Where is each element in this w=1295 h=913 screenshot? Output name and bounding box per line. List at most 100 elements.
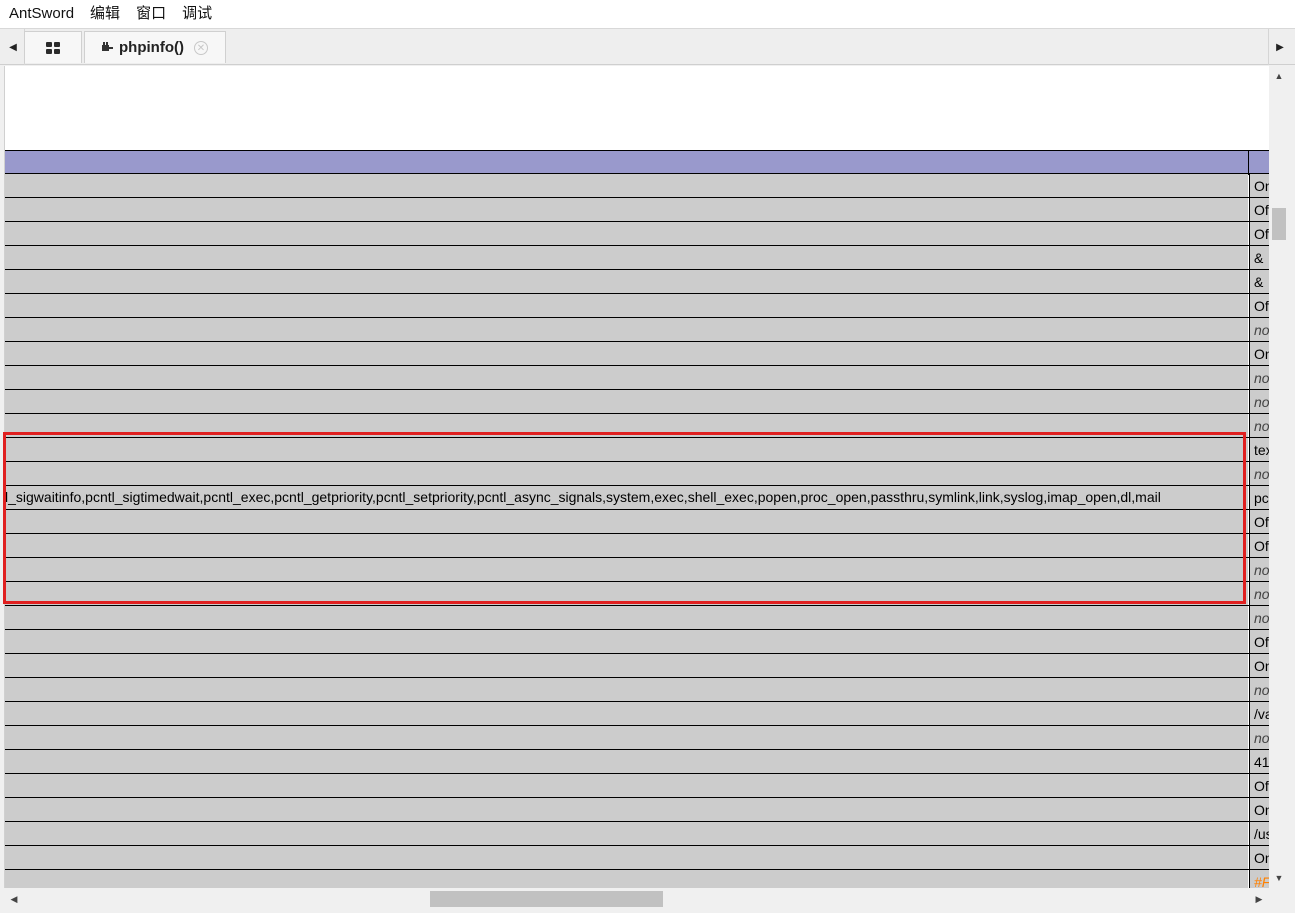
row-value-cell: no [1249, 678, 1270, 701]
row-value-cell: Off [1249, 222, 1270, 245]
row-value-cell: no [1249, 318, 1270, 341]
row-value-cell: no [1249, 606, 1270, 629]
table-row: & [5, 246, 1270, 270]
row-value-cell: /us [1249, 822, 1270, 845]
scrollbar-corner [1269, 888, 1295, 913]
row-key-cell [5, 798, 1248, 821]
row-value-cell: no [1249, 414, 1270, 437]
row-key-text [5, 729, 7, 745]
row-value-cell: no [1249, 366, 1270, 389]
row-value-cell: On [1249, 798, 1270, 821]
row-key-text [5, 297, 7, 313]
row-key-cell [5, 630, 1248, 653]
table-row: 41 [5, 750, 1270, 774]
menu-edit[interactable]: 编辑 [82, 0, 128, 28]
row-key-text [5, 465, 7, 481]
scroll-down-arrow[interactable]: ▼ [1269, 868, 1289, 888]
tab-phpinfo[interactable]: phpinfo() ✕ [84, 31, 226, 63]
row-key-cell [5, 318, 1248, 341]
row-value-cell: #F [1249, 870, 1270, 888]
row-value-cell: & [1249, 246, 1270, 269]
scroll-left-arrow[interactable]: ◀ [4, 888, 24, 910]
table-row: On [5, 798, 1270, 822]
table-row: On [5, 654, 1270, 678]
plugin-icon [101, 40, 114, 56]
config-table: OnOffOff&&OffnoOnnononotexnol_sigwaitinf… [5, 174, 1270, 888]
row-value-cell: On [1249, 654, 1270, 677]
row-key-text [5, 345, 7, 361]
row-value-cell: pc [1249, 486, 1270, 509]
row-key-text [5, 177, 7, 193]
vertical-scroll-thumb[interactable] [1272, 208, 1286, 240]
row-key-text [5, 441, 7, 457]
row-key-text [5, 393, 7, 409]
table-row: #F [5, 870, 1270, 888]
row-key-cell [5, 366, 1248, 389]
table-row: no [5, 606, 1270, 630]
row-key-cell [5, 870, 1248, 888]
table-row: Off [5, 222, 1270, 246]
row-key-cell [5, 414, 1248, 437]
table-row: tex [5, 438, 1270, 462]
row-value-cell: Off [1249, 534, 1270, 557]
phpinfo-content: OnOffOff&&OffnoOnnononotexnol_sigwaitinf… [4, 66, 1270, 888]
tab-scroll-left-button[interactable]: ◀ [2, 29, 25, 65]
tab-home-grid[interactable] [24, 31, 82, 63]
row-key-cell [5, 726, 1248, 749]
table-row: no [5, 582, 1270, 606]
table-row: no [5, 462, 1270, 486]
row-value-cell: no [1249, 726, 1270, 749]
row-key-cell [5, 702, 1248, 725]
vertical-scrollbar[interactable]: ▲ ▼ [1269, 66, 1289, 888]
row-value-cell: /va [1249, 702, 1270, 725]
row-key-cell [5, 774, 1248, 797]
row-key-text [5, 273, 7, 289]
row-key-text [5, 657, 7, 673]
table-row: Off [5, 510, 1270, 534]
row-key-text [5, 561, 7, 577]
menu-window[interactable]: 窗口 [128, 0, 174, 28]
table-row: Off [5, 534, 1270, 558]
row-key-cell [5, 270, 1248, 293]
grid-icon [46, 41, 60, 54]
menu-debug[interactable]: 调试 [174, 0, 220, 28]
row-key-cell [5, 582, 1248, 605]
row-key-cell [5, 822, 1248, 845]
table-row: On [5, 174, 1270, 198]
row-key-text [5, 801, 7, 817]
row-value-cell: Off [1249, 774, 1270, 797]
row-key-text [5, 369, 7, 385]
row-value-cell: Off [1249, 198, 1270, 221]
row-key-cell [5, 534, 1248, 557]
row-key-text [5, 705, 7, 721]
menubar: AntSword 编辑 窗口 调试 [0, 0, 1295, 28]
table-header-row [5, 150, 1270, 175]
table-row: no [5, 366, 1270, 390]
row-key-cell [5, 438, 1248, 461]
row-key-cell [5, 390, 1248, 413]
row-value-cell: Off [1249, 510, 1270, 533]
row-key-cell [5, 222, 1248, 245]
row-key-text [5, 225, 7, 241]
horizontal-scroll-thumb[interactable] [430, 891, 663, 907]
table-row: On [5, 846, 1270, 870]
close-icon[interactable]: ✕ [193, 40, 208, 55]
table-row: l_sigwaitinfo,pcntl_sigtimedwait,pcntl_e… [5, 486, 1270, 510]
row-key-cell [5, 294, 1248, 317]
row-key-text: l_sigwaitinfo,pcntl_sigtimedwait,pcntl_e… [5, 489, 1161, 505]
row-key-cell [5, 654, 1248, 677]
row-value-cell: no [1249, 390, 1270, 413]
table-row: no [5, 678, 1270, 702]
row-key-cell [5, 678, 1248, 701]
row-key-cell [5, 510, 1248, 533]
tab-scroll-right-button[interactable]: ▶ [1268, 29, 1291, 65]
scroll-up-arrow[interactable]: ▲ [1269, 66, 1289, 86]
table-row: no [5, 726, 1270, 750]
scroll-right-arrow[interactable]: ▶ [1249, 888, 1269, 910]
table-row: /us [5, 822, 1270, 846]
row-key-cell [5, 246, 1248, 269]
table-row: Off [5, 774, 1270, 798]
horizontal-scrollbar[interactable]: ◀ ▶ [4, 888, 1269, 910]
menu-antsword[interactable]: AntSword [0, 0, 82, 28]
row-value-cell: On [1249, 342, 1270, 365]
